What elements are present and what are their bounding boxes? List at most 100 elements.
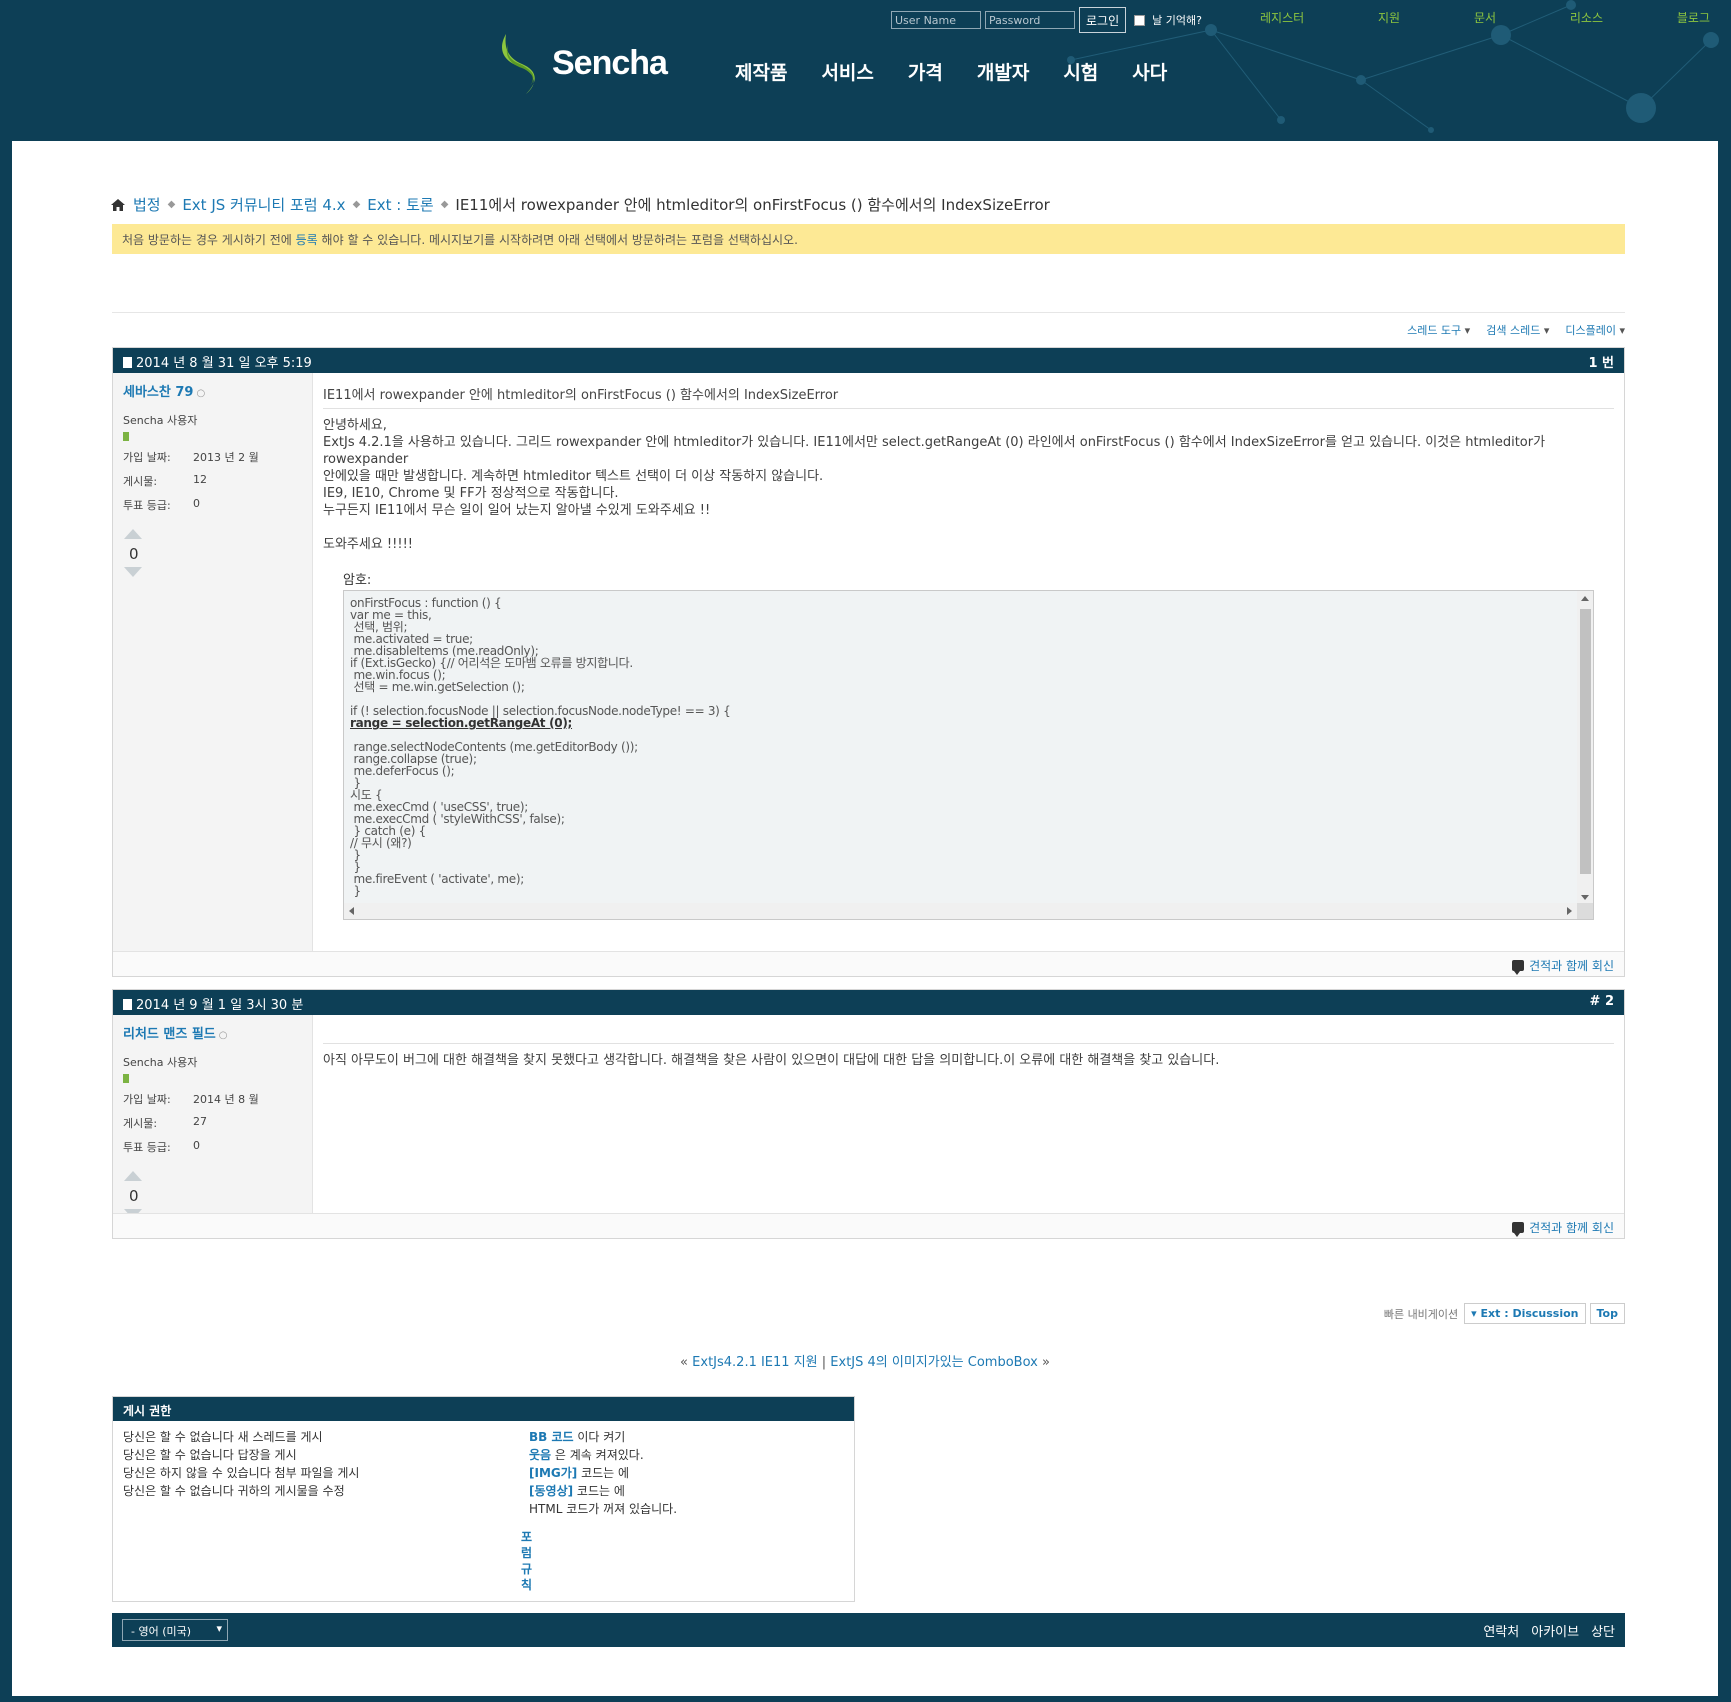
page-content: 법정 ◆ Ext JS 커뮤니티 포럼 4.x ◆ Ext : 토론 ◆ IE1…: [12, 141, 1718, 1696]
top-link-blog[interactable]: 블로그: [1677, 9, 1710, 26]
vote-rating: 투표 등급: 0: [123, 497, 200, 512]
breadcrumb-separator-icon: ◆: [352, 199, 361, 210]
post: 2014 년 8 월 31 일 오후 5:19 1 번 세바스찬 79 ○ Sen…: [112, 347, 1625, 977]
quick-nav-label: 빠른 내비게이션: [1383, 1307, 1459, 1321]
top-link-register[interactable]: 레지스터: [1260, 9, 1304, 26]
post-body: 아직 아무도이 버그에 대한 해결책을 찾지 못했다고 생각합니다. 해결책을 …: [323, 1026, 1614, 1069]
breadcrumb-forums[interactable]: 법정: [133, 194, 161, 215]
scroll-down-icon[interactable]: [1581, 895, 1589, 900]
vote-up-icon[interactable]: [124, 529, 142, 539]
top-link-resources[interactable]: 리소스: [1570, 9, 1603, 26]
breadcrumb-ext-discussion[interactable]: Ext : 토론: [367, 194, 433, 215]
language-select[interactable]: - 영어 (미국): [122, 1619, 228, 1641]
scroll-up-icon[interactable]: [1581, 596, 1589, 601]
reply-with-quote-button[interactable]: 견적과 함께 회신: [1512, 1221, 1614, 1237]
username-input[interactable]: [891, 11, 981, 29]
search-thread-dropdown[interactable]: 검색 스레드: [1486, 322, 1549, 338]
reply-with-quote-button[interactable]: 견적과 함께 회신: [1512, 959, 1614, 975]
notice-banner: 처음 방문하는 경우 게시하기 전에 등록 해야 할 수 있습니다. 메시지보기…: [112, 224, 1625, 254]
offline-status-icon: ○: [196, 388, 206, 399]
quick-nav-forum-select[interactable]: ▾ Ext : Discussion: [1464, 1303, 1586, 1324]
breadcrumb-extjs-forum[interactable]: Ext JS 커뮤니티 포럼 4.x: [182, 194, 345, 215]
notice-text-before: 처음 방문하는 경우 게시하기 전에: [122, 233, 296, 247]
permissions-list: 당신은 할 수 없습니다 새 스레드를 게시 당신은 할 수 없습니다 답장을 …: [123, 1430, 360, 1498]
user-info: 리처드 맨즈 필드 ○ Sencha 사용자 가입 날짜: 2014 년 8 월 게…: [113, 1015, 313, 1219]
login-button[interactable]: 로그인: [1079, 7, 1127, 33]
bb-code-link[interactable]: BB 코드: [529, 1430, 574, 1444]
remember-me-checkbox[interactable]: [1134, 14, 1146, 26]
code-horizontal-scrollbar[interactable]: [344, 903, 1577, 919]
breadcrumb-separator-icon: ◆: [167, 199, 176, 210]
nav-services[interactable]: 서비스: [821, 58, 873, 85]
notice-text-after: 해야 할 수 있습니다. 메시지보기를 시작하려면 아래 선택에서 방문하려는 …: [317, 233, 798, 247]
quote-icon: [1512, 960, 1525, 975]
code-settings: BB 코드 이다 켜기 웃음 은 계속 켜져있다. [IMG가] 코드는 에 […: [529, 1430, 678, 1516]
username-link[interactable]: 세바스찬 79 ○: [123, 381, 302, 400]
nav-products[interactable]: 제작품: [735, 58, 787, 85]
vote-count: 0: [129, 1187, 139, 1205]
img-code-link[interactable]: [IMG가]: [529, 1466, 577, 1480]
post-body: IE11에서 rowexpander 안에 htmleditor의 onFirs…: [323, 384, 1614, 920]
home-icon[interactable]: [111, 198, 125, 211]
sencha-leaf-icon: [502, 34, 535, 94]
footer-links: 연락처 아카이브 상단: [1483, 1621, 1615, 1640]
code-block[interactable]: onFirstFocus : function () { var me = th…: [343, 590, 1594, 920]
thread-prev-next: « ExtJs4.2.1 IE11 지원 | ExtJS 4의 이미지가있는 C…: [12, 1351, 1718, 1370]
login-form: 로그인 날 기억해?: [891, 7, 1202, 33]
vote-up-icon[interactable]: [124, 1171, 142, 1181]
join-date: 가입 날짜: 2013 년 2 월: [123, 451, 259, 464]
video-code-link[interactable]: [동영상]: [529, 1484, 573, 1498]
password-input[interactable]: [985, 11, 1075, 29]
code-vertical-scrollbar[interactable]: [1577, 591, 1593, 905]
register-link[interactable]: 등록: [296, 233, 318, 247]
quote-icon: [1512, 1222, 1525, 1237]
scrollbar-thumb[interactable]: [1580, 609, 1591, 874]
post-number[interactable]: # 2: [1590, 994, 1614, 1011]
post-title: IE11에서 rowexpander 안에 htmleditor의 onFirs…: [323, 384, 1614, 409]
vote-down-icon[interactable]: [124, 567, 142, 577]
next-thread-link[interactable]: ExtJS 4의 이미지가있는 ComboBox: [830, 1355, 1038, 1370]
remember-me-label: 날 기억해?: [1152, 14, 1202, 27]
vote-rating: 투표 등급: 0: [123, 1139, 200, 1154]
footer-contact-link[interactable]: 연락처: [1483, 1621, 1519, 1640]
nav-trial[interactable]: 시험: [1063, 58, 1098, 85]
site-header: 로그인 날 기억해? 레지스터 지원 문서 리소스 블로그 Sencha 제작품…: [0, 0, 1731, 141]
join-date: 가입 날짜: 2014 년 8 월: [123, 1093, 259, 1106]
code-label: 암호:: [343, 573, 372, 588]
scroll-right-icon[interactable]: [1567, 907, 1572, 915]
divider: [112, 312, 1625, 313]
code-content: onFirstFocus : function () { var me = th…: [350, 596, 731, 898]
post-header: 2014 년 9 월 1 일 3시 30 분 # 2: [113, 990, 1624, 1015]
breadcrumb-separator-icon: ◆: [440, 199, 449, 210]
permissions-title: 게시 권한: [113, 1397, 854, 1421]
thread-tools-dropdown[interactable]: 스레드 도구: [1407, 322, 1470, 338]
forum-rules-link[interactable]: 포럼규칙: [521, 1529, 535, 1593]
page-footer: - 영어 (미국) 연락처 아카이브 상단: [112, 1613, 1625, 1647]
post: 2014 년 9 월 1 일 3시 30 분 # 2 리처드 맨즈 필드 ○ Se…: [112, 989, 1625, 1239]
post-date: 2014 년 9 월 1 일 3시 30 분: [136, 998, 304, 1013]
sencha-logo[interactable]: Sencha: [496, 30, 668, 96]
display-dropdown[interactable]: 디스플레이: [1565, 322, 1625, 338]
user-role: Sencha 사용자: [123, 1056, 198, 1069]
username-link[interactable]: 리처드 맨즈 필드 ○: [123, 1023, 302, 1042]
offline-status-icon: ○: [218, 1030, 228, 1041]
nav-pricing[interactable]: 가격: [908, 58, 943, 85]
breadcrumb: 법정 ◆ Ext JS 커뮤니티 포럼 4.x ◆ Ext : 토론 ◆ IE1…: [111, 194, 1050, 215]
nav-developers[interactable]: 개발자: [977, 58, 1029, 85]
breadcrumb-current: IE11에서 rowexpander 안에 htmleditor의 onFirs…: [455, 196, 1050, 214]
footer-archive-link[interactable]: 아카이브: [1531, 1621, 1579, 1640]
post-count: 게시물: 27: [123, 1115, 207, 1130]
top-button[interactable]: Top: [1589, 1303, 1625, 1324]
scroll-left-icon[interactable]: [349, 907, 354, 915]
post-number[interactable]: 1 번: [1588, 352, 1614, 371]
post-footer: 견적과 함께 회신: [113, 1213, 1624, 1238]
smilies-link[interactable]: 웃음: [529, 1448, 551, 1462]
scrollbar-corner: [1577, 903, 1593, 919]
top-link-docs[interactable]: 문서: [1474, 9, 1496, 26]
previous-thread-link[interactable]: ExtJs4.2.1 IE11 지원: [692, 1355, 817, 1370]
top-link-support[interactable]: 지원: [1378, 9, 1400, 26]
vote-count: 0: [129, 545, 139, 563]
footer-top-link[interactable]: 상단: [1591, 1621, 1615, 1640]
nav-buy[interactable]: 사다: [1132, 58, 1167, 85]
thread-toolbar: 스레드 도구 검색 스레드 디스플레이: [1407, 322, 1625, 338]
